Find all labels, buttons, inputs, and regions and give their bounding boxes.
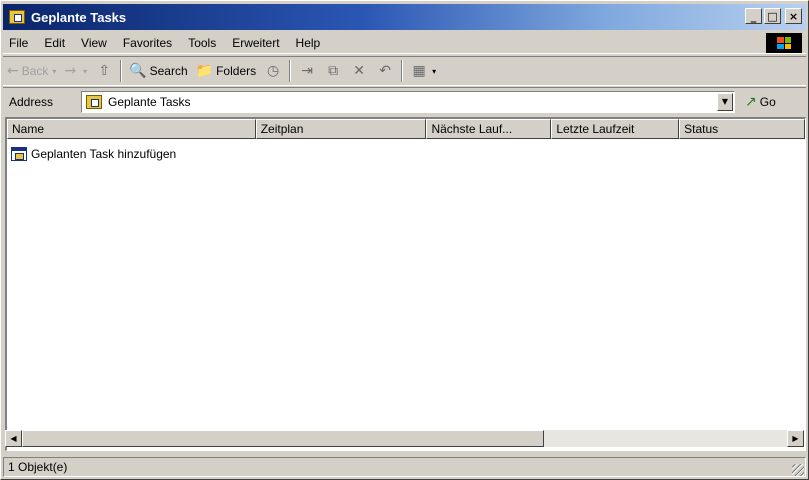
up-folder-button[interactable]: ⇧ bbox=[91, 59, 117, 83]
scrollbar-thumb[interactable] bbox=[22, 430, 544, 447]
delete-icon: ✕ bbox=[353, 63, 365, 79]
scheduled-tasks-folder-icon bbox=[86, 94, 102, 109]
toolbar-separator bbox=[120, 60, 123, 82]
address-bar: Address Geplante Tasks ▼ ↗ Go bbox=[3, 87, 806, 115]
minimize-button[interactable]: _ bbox=[745, 8, 762, 24]
scroll-right-button[interactable]: ▶ bbox=[787, 430, 804, 447]
window-title: Geplante Tasks bbox=[31, 9, 127, 25]
address-input[interactable]: Geplante Tasks ▼ bbox=[81, 90, 735, 113]
views-icon: ▦ bbox=[412, 63, 426, 79]
back-label: Back bbox=[21, 64, 49, 78]
folders-label: Folders bbox=[216, 64, 257, 78]
menu-bar: File Edit View Favorites Tools Erweitert… bbox=[3, 32, 806, 54]
menu-help[interactable]: Help bbox=[288, 36, 329, 50]
menu-tools[interactable]: Tools bbox=[180, 36, 224, 50]
window-controls: _ □ × bbox=[745, 8, 802, 24]
resize-grip-icon[interactable] bbox=[792, 464, 804, 476]
undo-icon: ↶ bbox=[379, 63, 391, 79]
column-headers: Name Zeitplan Nächste Lauf... Letzte Lau… bbox=[7, 119, 805, 139]
column-header-name[interactable]: Name bbox=[7, 119, 256, 139]
chevron-down-icon: ▾ bbox=[83, 66, 88, 76]
menu-view[interactable]: View bbox=[73, 36, 115, 50]
menu-erweitert[interactable]: Erweitert bbox=[224, 36, 287, 50]
go-button[interactable]: ↗ Go bbox=[745, 94, 776, 110]
forward-arrow-icon: → bbox=[64, 63, 77, 79]
explorer-window: Geplante Tasks _ □ × File Edit View Favo… bbox=[0, 0, 809, 480]
list-rows: Geplanten Task hinzufügen bbox=[7, 139, 805, 163]
copy-to-icon: ⧉ bbox=[328, 63, 339, 79]
search-label: Search bbox=[149, 64, 188, 78]
views-button[interactable]: ▦ ▾ bbox=[406, 59, 440, 83]
toolbar-separator bbox=[401, 60, 404, 82]
column-header-letzte-laufzeit[interactable]: Letzte Laufzeit bbox=[551, 119, 680, 139]
back-arrow-icon: ← bbox=[7, 63, 19, 79]
undo-button[interactable]: ↶ bbox=[372, 59, 398, 83]
move-to-icon: ⇥ bbox=[301, 63, 313, 79]
chevron-down-icon: ▾ bbox=[52, 66, 57, 76]
column-header-status[interactable]: Status bbox=[679, 119, 805, 139]
history-button[interactable]: ◷ bbox=[260, 59, 286, 83]
list-item-name: Geplanten Task hinzufügen bbox=[31, 147, 177, 161]
menu-edit[interactable]: Edit bbox=[36, 36, 73, 50]
up-folder-icon: ⇧ bbox=[98, 63, 111, 79]
horizontal-scrollbar[interactable]: ◀ ▶ bbox=[5, 430, 804, 447]
scroll-left-button[interactable]: ◀ bbox=[5, 430, 22, 447]
close-button[interactable]: × bbox=[785, 8, 802, 24]
history-icon: ◷ bbox=[267, 63, 280, 79]
folders-icon: 📁 bbox=[195, 63, 214, 79]
go-label: Go bbox=[759, 94, 776, 109]
scheduled-tasks-folder-icon bbox=[9, 10, 25, 24]
windows-logo-icon bbox=[766, 33, 802, 53]
status-text: 1 Objekt(e) bbox=[3, 457, 806, 477]
column-header-naechste-laufzeit[interactable]: Nächste Lauf... bbox=[426, 119, 552, 139]
chevron-down-icon: ▾ bbox=[432, 66, 437, 76]
list-item[interactable]: Geplanten Task hinzufügen bbox=[7, 145, 805, 163]
back-button[interactable]: ← Back ▾ bbox=[3, 59, 60, 83]
address-label: Address bbox=[9, 94, 54, 109]
go-arrow-icon: ↗ bbox=[745, 93, 757, 110]
column-header-zeitplan[interactable]: Zeitplan bbox=[255, 119, 427, 139]
status-bar: 1 Objekt(e) bbox=[3, 456, 806, 478]
file-list[interactable]: Name Zeitplan Nächste Lauf... Letzte Lau… bbox=[5, 117, 806, 451]
add-scheduled-task-icon bbox=[11, 147, 27, 161]
folders-button[interactable]: 📁 Folders bbox=[192, 59, 260, 83]
delete-button[interactable]: ✕ bbox=[346, 59, 372, 83]
address-dropdown-button[interactable]: ▼ bbox=[717, 92, 733, 111]
toolbar-separator bbox=[289, 60, 292, 82]
menu-file[interactable]: File bbox=[3, 36, 36, 50]
maximize-button[interactable]: □ bbox=[764, 8, 781, 24]
search-button[interactable]: 🔍 Search bbox=[125, 59, 191, 83]
menu-favorites[interactable]: Favorites bbox=[115, 36, 180, 50]
search-icon: 🔍 bbox=[129, 63, 147, 79]
forward-button[interactable]: → ▾ bbox=[60, 59, 91, 83]
copy-to-button[interactable]: ⧉ bbox=[320, 59, 346, 83]
title-bar[interactable]: Geplante Tasks _ □ × bbox=[3, 4, 806, 30]
move-to-button[interactable]: ⇥ bbox=[294, 59, 320, 83]
standard-toolbar: ← Back ▾ → ▾ ⇧ 🔍 Search 📁 Folders ◷ ⇥ ⧉ bbox=[3, 56, 806, 86]
address-value: Geplante Tasks bbox=[108, 94, 191, 109]
scrollbar-track[interactable] bbox=[544, 430, 787, 447]
